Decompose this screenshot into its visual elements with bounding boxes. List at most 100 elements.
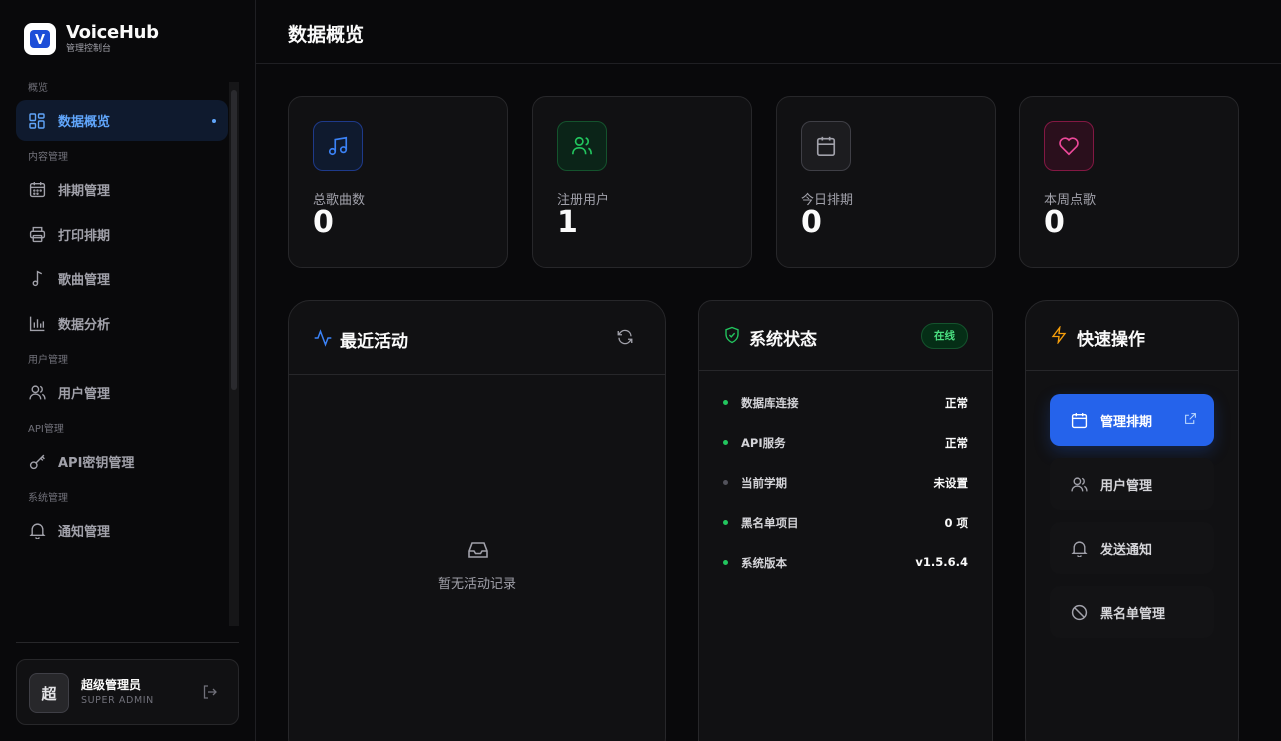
status-value: 正常 [945, 396, 968, 410]
music-note-icon [28, 270, 46, 288]
status-row: API服务 正常 [723, 433, 968, 453]
brand-name: VoiceHub [66, 22, 159, 43]
sidebar-scrollbar-thumb[interactable] [231, 90, 237, 390]
status-label: API服务 [741, 436, 786, 450]
recent-activity-panel: 最近活动 暂无活动记录 [288, 300, 666, 741]
status-dot [723, 400, 728, 405]
panel-title: 最近活动 [340, 332, 408, 352]
panel-title: 系统状态 [749, 330, 817, 350]
shield-check-icon [723, 326, 743, 346]
lightning-icon [1050, 325, 1070, 346]
printer-icon [28, 225, 46, 243]
sidebar-item-label: API密钥管理 [58, 455, 135, 471]
users-icon [28, 383, 46, 401]
dashboard-icon [28, 112, 46, 130]
users-icon [1070, 475, 1088, 493]
sidebar-divider [16, 642, 239, 643]
bell-icon [28, 521, 46, 539]
status-dot [723, 560, 728, 565]
page-title: 数据概览 [288, 24, 365, 46]
sidebar-item-label: 打印排期 [58, 228, 111, 244]
key-icon [28, 452, 46, 470]
panel-header: 最近活动 [289, 301, 665, 375]
external-link-icon [1184, 412, 1198, 426]
sidebar-item-label: 歌曲管理 [58, 273, 111, 289]
active-indicator-dot [212, 119, 216, 123]
status-label: 黑名单项目 [741, 516, 799, 530]
sidebar-item-api-keys[interactable]: API密钥管理 [16, 441, 228, 482]
sidebar-item-print-schedule[interactable]: 打印排期 [16, 214, 228, 255]
status-row: 数据库连接 正常 [723, 393, 968, 413]
status-dot [723, 520, 728, 525]
nav-section-title: API管理 [28, 423, 64, 435]
status-value: 未设置 [933, 476, 969, 490]
stat-value: 0 [801, 205, 822, 240]
button-label: 黑名单管理 [1100, 606, 1166, 622]
nav-section-title: 概览 [28, 83, 48, 94]
inbox-icon [466, 538, 490, 562]
heart-icon [1044, 121, 1094, 171]
button-label: 管理排期 [1100, 414, 1153, 430]
status-badge: 在线 [921, 323, 968, 349]
button-label: 发送通知 [1100, 542, 1153, 558]
panel-header: 系统状态 在线 [699, 301, 992, 371]
nav-section-title: 内容管理 [28, 152, 68, 163]
brand[interactable]: VoiceHub 管理控制台 [24, 22, 159, 55]
sidebar: VoiceHub 管理控制台 概览 数据概览 内容管理 排期管理 打印排期 歌曲… [0, 0, 256, 741]
nav-section-title: 用户管理 [28, 354, 68, 366]
system-status-panel: 系统状态 在线 数据库连接 正常 API服务 正常 当前学期 未设置 黑名单项目… [698, 300, 993, 741]
status-dot [723, 440, 728, 445]
user-management-button[interactable]: 用户管理 [1050, 458, 1214, 510]
sidebar-item-analytics[interactable]: 数据分析 [16, 303, 228, 344]
stat-card-today-schedule: 今日排期 0 [776, 96, 996, 268]
status-row: 系统版本 v1.5.6.4 [723, 553, 968, 573]
calendar-icon [28, 181, 46, 199]
stat-card-weekly-requests: 本周点歌 0 [1019, 96, 1239, 268]
app-root: VoiceHub 管理控制台 概览 数据概览 内容管理 排期管理 打印排期 歌曲… [0, 0, 1281, 741]
brand-subtitle: 管理控制台 [66, 44, 112, 54]
ban-icon [1070, 603, 1088, 621]
sidebar-item-notifications[interactable]: 通知管理 [16, 510, 228, 551]
status-value: v1.5.6.4 [915, 555, 968, 569]
quick-actions-panel: 快速操作 管理排期 用户管理 发送通知 黑名单管理 [1025, 300, 1239, 741]
sidebar-item-songs[interactable]: 歌曲管理 [16, 258, 228, 299]
empty-state-text: 暂无活动记录 [437, 577, 516, 592]
logout-icon[interactable] [202, 684, 220, 702]
bell-icon [1070, 539, 1088, 557]
status-label: 系统版本 [741, 556, 787, 570]
blacklist-management-button[interactable]: 黑名单管理 [1050, 586, 1214, 638]
page-header: 数据概览 [256, 0, 1281, 64]
status-dot [723, 480, 728, 485]
user-name: 超级管理员 [81, 678, 142, 692]
sidebar-item-label: 数据概览 [58, 115, 111, 130]
sidebar-nav: 概览 数据概览 内容管理 排期管理 打印排期 歌曲管理 数据分析 用户管理 用户… [16, 78, 228, 626]
sidebar-item-users[interactable]: 用户管理 [16, 372, 228, 413]
sidebar-item-schedule[interactable]: 排期管理 [16, 169, 228, 210]
sidebar-item-dashboard[interactable]: 数据概览 [16, 100, 228, 141]
stat-value: 0 [313, 205, 334, 240]
avatar: 超 [29, 673, 69, 713]
calendar-icon [1070, 411, 1088, 429]
sidebar-item-label: 通知管理 [58, 524, 111, 540]
stat-value: 1 [557, 205, 578, 240]
panel-title: 快速操作 [1077, 330, 1145, 350]
calendar-icon [801, 121, 851, 171]
user-card[interactable]: 超 超级管理员 SUPER ADMIN [16, 659, 239, 725]
manage-schedule-button[interactable]: 管理排期 [1050, 394, 1214, 446]
music-icon [313, 121, 363, 171]
refresh-icon[interactable] [616, 328, 636, 348]
send-notification-button[interactable]: 发送通知 [1050, 522, 1214, 574]
status-row: 黑名单项目 0 项 [723, 513, 968, 533]
status-value: 0 项 [944, 516, 968, 530]
status-label: 数据库连接 [741, 396, 799, 410]
activity-icon [313, 328, 333, 348]
sidebar-item-label: 数据分析 [58, 317, 111, 333]
status-row: 当前学期 未设置 [723, 473, 968, 493]
nav-section-title: 系统管理 [28, 492, 68, 504]
users-icon [557, 121, 607, 171]
panel-header: 快速操作 [1026, 301, 1238, 371]
button-label: 用户管理 [1100, 478, 1153, 494]
status-label: 当前学期 [741, 476, 787, 490]
bar-chart-icon [28, 314, 46, 332]
sidebar-item-label: 用户管理 [58, 386, 111, 402]
